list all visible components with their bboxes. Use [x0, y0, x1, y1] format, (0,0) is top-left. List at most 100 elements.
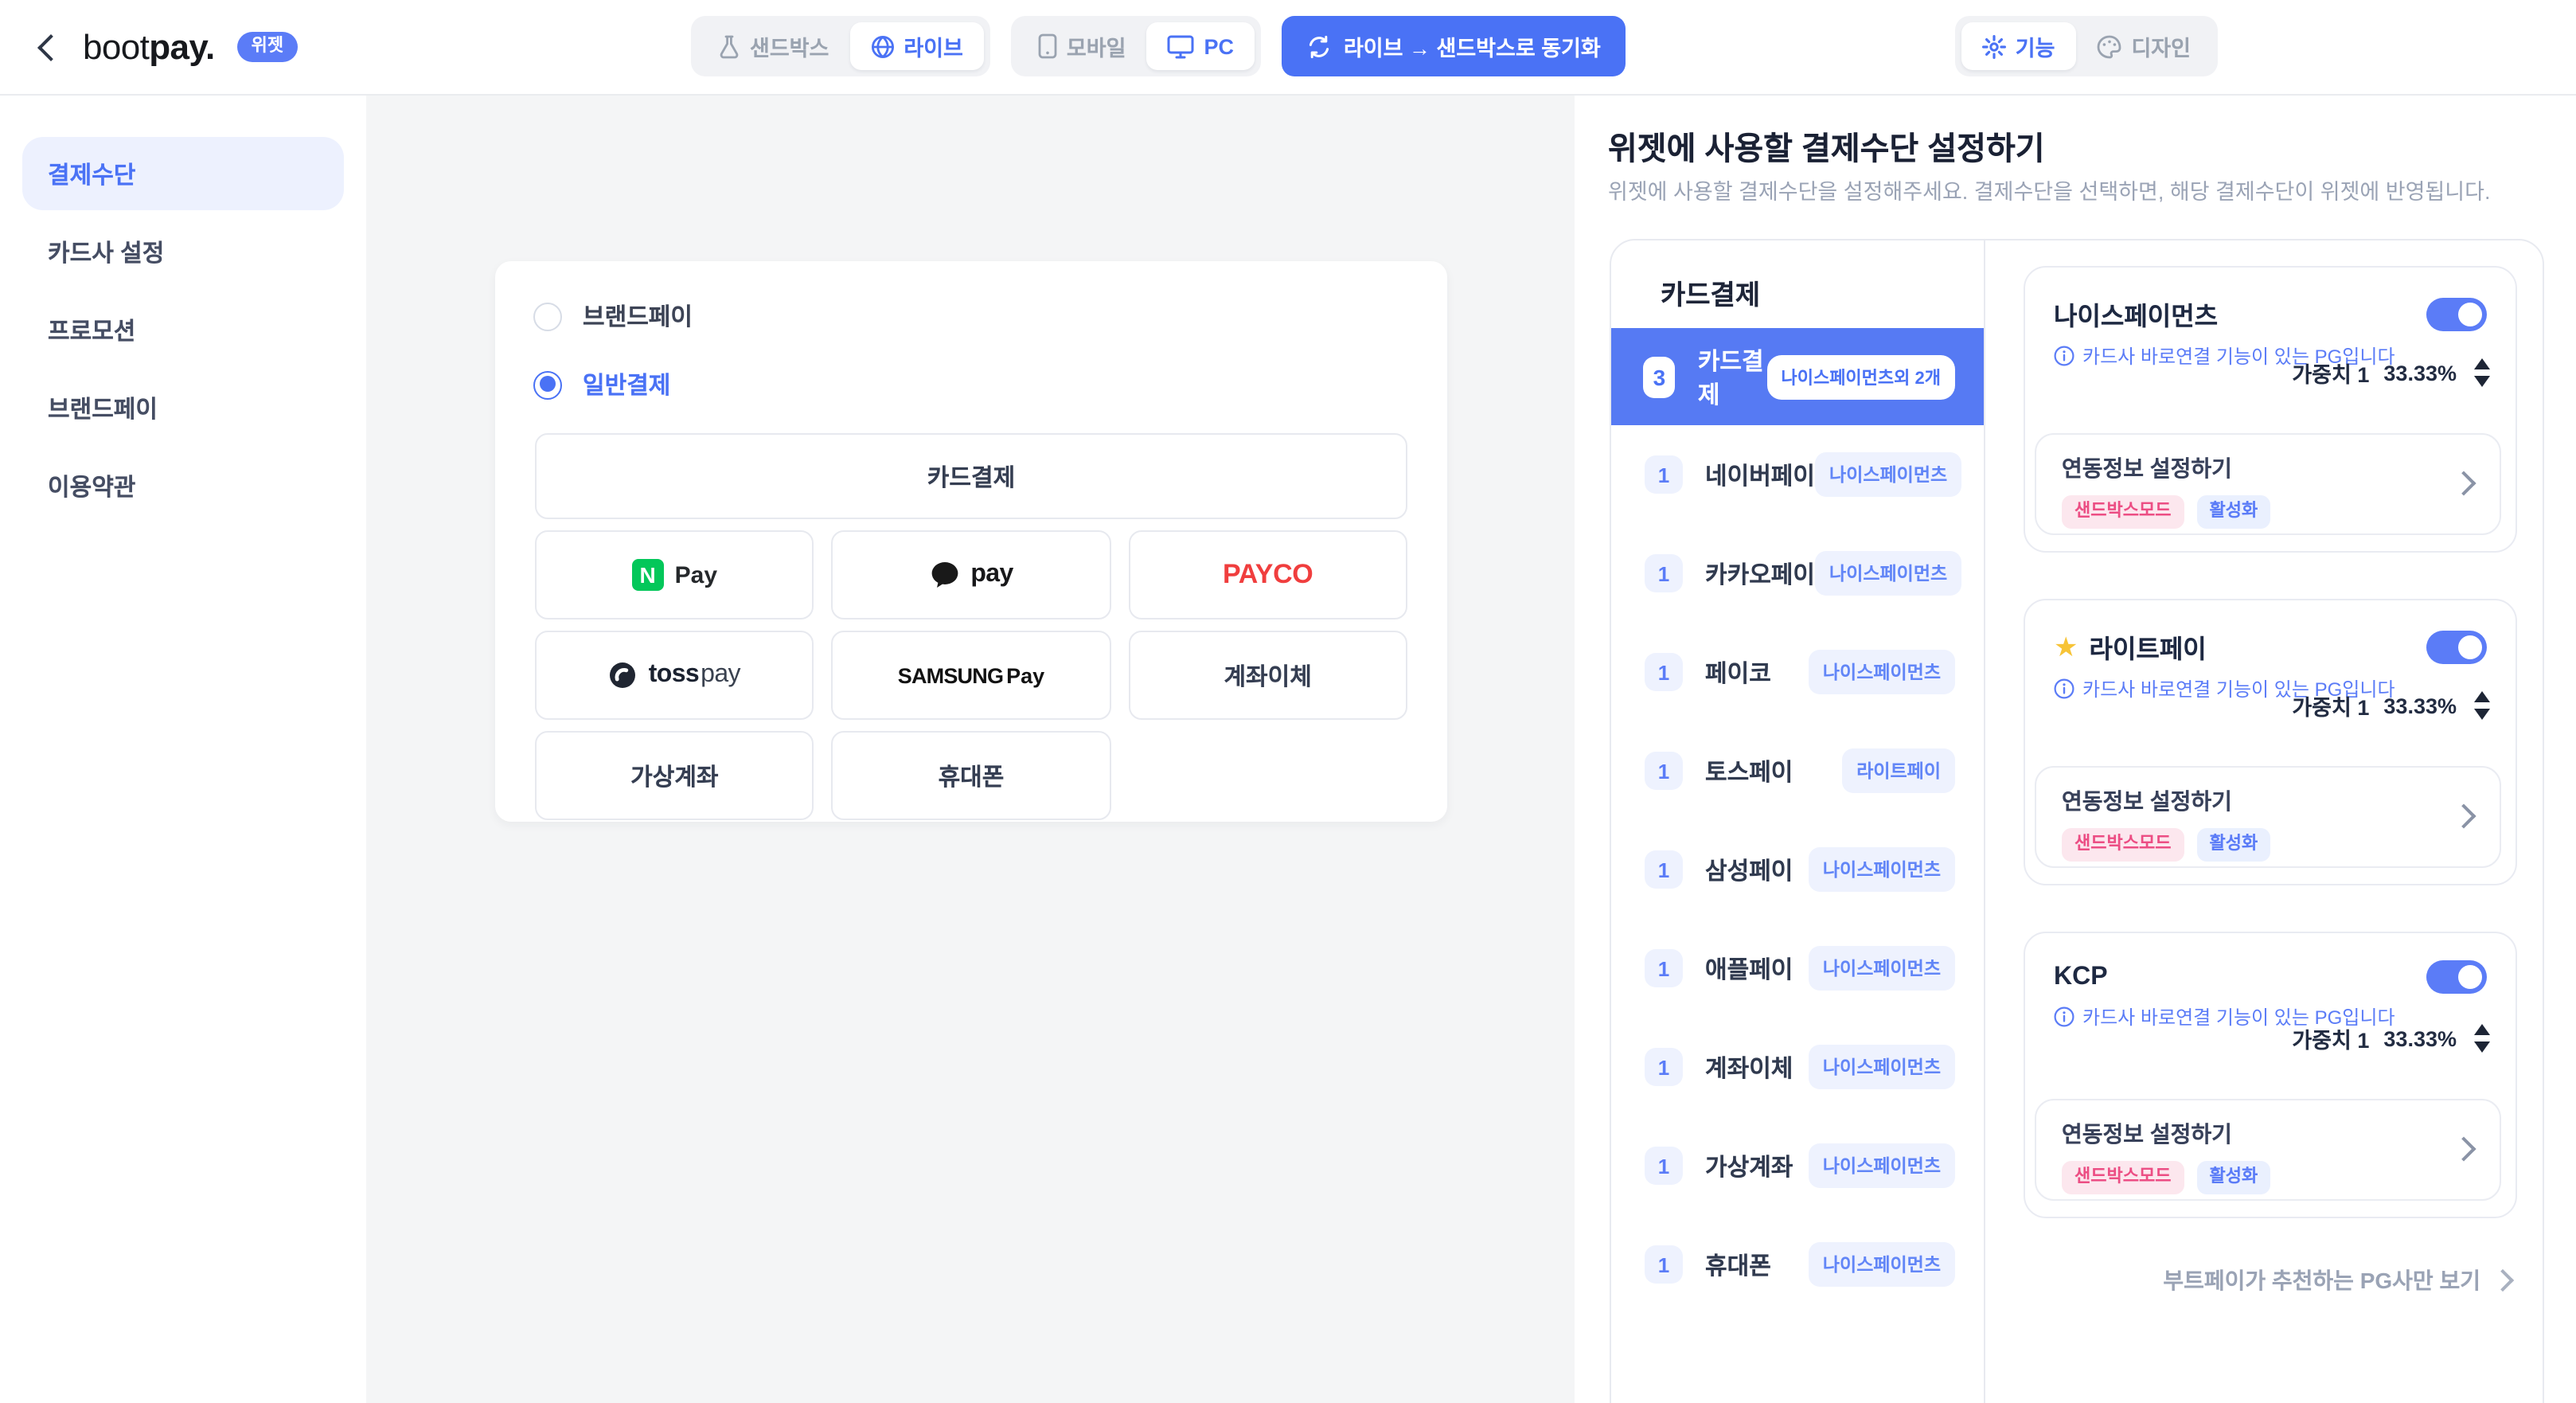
active-badge: 활성화 — [2196, 495, 2270, 529]
method-name: 페이코 — [1705, 655, 1771, 689]
weight-stepper — [2474, 358, 2490, 387]
sandbox-mode-badge: 샌드박스모드 — [2062, 1161, 2184, 1194]
weight-row: 가중치 1 33.33% — [2292, 690, 2490, 721]
bank-transfer-label: 계좌이체 — [1224, 659, 1311, 692]
chevron-right-icon — [2492, 1269, 2514, 1292]
sandbox-mode-badge: 샌드박스모드 — [2062, 828, 2184, 862]
weight-row: 가중치 1 33.33% — [2292, 357, 2490, 389]
radio-general-payment[interactable] — [533, 370, 562, 399]
method-row-mobile-phone[interactable]: 1 휴대폰 나이스페이먼츠 — [1611, 1215, 1984, 1314]
tab-sandbox[interactable]: 샌드박스 — [697, 22, 849, 70]
gear-icon — [1982, 34, 2006, 58]
virtual-account-label: 가상계좌 — [630, 759, 718, 792]
payco-button[interactable]: PAYCO — [1128, 530, 1407, 619]
back-chevron-icon[interactable] — [37, 33, 64, 61]
pg-card-title-row: 나이스페이먼츠 — [2054, 295, 2487, 333]
pg-name: 나이스페이먼츠 — [2054, 295, 2218, 333]
integration-settings-button[interactable]: 연동정보 설정하기 샌드박스모드 활성화 — [2035, 766, 2501, 868]
virtual-account-button[interactable]: 가상계좌 — [535, 731, 814, 820]
pg-enable-toggle[interactable] — [2426, 960, 2487, 994]
integration-settings-button[interactable]: 연동정보 설정하기 샌드박스모드 활성화 — [2035, 433, 2501, 535]
sidebar-item-card-settings[interactable]: 카드사 설정 — [22, 215, 344, 288]
pg-card-nicepayments: 나이스페이먼츠 카드사 바로연결 기능이 있는 PG입니다 가중치 1 — [2024, 266, 2517, 553]
method-count-badge: 1 — [1645, 850, 1683, 889]
method-pg-pill: 나이스페이먼츠외 2개 — [1766, 354, 1955, 399]
payco-label: PAYCO — [1223, 559, 1313, 591]
radio-row-general-payment[interactable]: 일반결제 — [533, 368, 670, 401]
star-icon: ★ — [2054, 633, 2078, 660]
top-bar-left: bootpay. 위젯 — [41, 0, 298, 94]
naver-pay-button[interactable]: N Pay — [535, 530, 814, 619]
method-list-column: 카드결제 3 카드결제 나이스페이먼츠외 2개 1 네이버페이 나이스페이먼츠 … — [1611, 240, 1985, 1403]
method-row-virtual-account[interactable]: 1 가상계좌 나이스페이먼츠 — [1611, 1116, 1984, 1215]
method-name: 가상계좌 — [1705, 1149, 1793, 1182]
method-row-naverpay[interactable]: 1 네이버페이 나이스페이먼츠 — [1611, 425, 1984, 524]
pg-enable-toggle[interactable] — [2426, 630, 2487, 663]
kakao-pay-button[interactable]: pay — [832, 530, 1111, 619]
sidebar-item-payment-methods[interactable]: 결제수단 — [22, 137, 344, 210]
integration-settings-button[interactable]: 연동정보 설정하기 샌드박스모드 활성화 — [2035, 1099, 2501, 1201]
method-row-applepay[interactable]: 1 애플페이 나이스페이먼츠 — [1611, 919, 1984, 1018]
bootpay-widget-console: bootpay. 위젯 샌드박스 라이브 — [0, 0, 2576, 1403]
sandbox-mode-badge: 샌드박스모드 — [2062, 495, 2184, 529]
sidebar: 결제수단 카드사 설정 프로모션 브랜드페이 이용약관 — [0, 94, 366, 1403]
tab-sandbox-label: 샌드박스 — [750, 30, 829, 62]
info-icon — [2054, 346, 2074, 366]
env-toggle-group: 샌드박스 라이브 — [691, 16, 990, 76]
bank-transfer-button[interactable]: 계좌이체 — [1128, 631, 1407, 720]
mobile-phone-button[interactable]: 휴대폰 — [832, 731, 1111, 820]
weight-label: 가중치 1 — [2292, 690, 2369, 721]
method-name: 애플페이 — [1705, 952, 1793, 985]
sidebar-item-brandpay[interactable]: 브랜드페이 — [22, 371, 344, 444]
integration-settings-label: 연동정보 설정하기 — [2062, 452, 2474, 484]
weight-down-icon[interactable] — [2474, 1042, 2490, 1053]
logo-text-bold: pay. — [149, 26, 214, 66]
pg-enable-toggle[interactable] — [2426, 297, 2487, 330]
radio-brandpay[interactable] — [533, 302, 562, 330]
method-count-badge: 1 — [1645, 752, 1683, 790]
tab-pc[interactable]: PC — [1146, 22, 1255, 70]
recommended-pg-link[interactable]: 부트페이가 추천하는 PG사만 보기 — [2024, 1264, 2517, 1296]
sidebar-item-promotion[interactable]: 프로모션 — [22, 293, 344, 366]
info-icon — [2054, 678, 2074, 699]
device-toggle-group: 모바일 PC — [1011, 16, 1261, 76]
method-count-badge: 3 — [1643, 356, 1676, 397]
weight-up-icon[interactable] — [2474, 1024, 2490, 1035]
samsung-pay-label-bold: SAMSUNG — [898, 663, 1003, 687]
weight-down-icon[interactable] — [2474, 376, 2490, 387]
top-bar: bootpay. 위젯 샌드박스 라이브 — [0, 0, 2576, 96]
sync-icon — [1307, 34, 1331, 58]
method-row-samsungpay[interactable]: 1 삼성페이 나이스페이먼츠 — [1611, 820, 1984, 919]
toss-pay-label: pay — [701, 661, 740, 688]
sidebar-item-terms[interactable]: 이용약관 — [22, 449, 344, 522]
method-name: 휴대폰 — [1705, 1248, 1771, 1281]
pg-card-litepay: ★ 라이트페이 카드사 바로연결 기능이 있는 PG입니다 가중치 1 — [2024, 599, 2517, 885]
card-payment-button[interactable]: 카드결제 — [535, 433, 1407, 519]
method-row-tosspay[interactable]: 1 토스페이 라이트페이 — [1611, 721, 1984, 820]
globe-icon — [870, 34, 894, 58]
sync-live-to-sandbox-button[interactable]: 라이브 → 샌드박스로 동기화 — [1282, 16, 1626, 76]
kakao-pay-label: pay — [970, 561, 1013, 589]
weight-up-icon[interactable] — [2474, 358, 2490, 369]
weight-up-icon[interactable] — [2474, 691, 2490, 702]
method-pg-pill: 나이스페이먼츠 — [1809, 847, 1955, 892]
tab-features-label: 기능 — [2016, 30, 2055, 62]
samsung-pay-button[interactable]: SAMSUNGPay — [832, 631, 1111, 720]
toss-pay-button[interactable]: tosspay — [535, 631, 814, 720]
weight-value: 33.33% — [2383, 361, 2457, 385]
method-name: 토스페이 — [1705, 754, 1793, 787]
method-row-kakaopay[interactable]: 1 카카오페이 나이스페이먼츠 — [1611, 524, 1984, 623]
tab-live[interactable]: 라이브 — [849, 22, 984, 70]
radio-row-brandpay[interactable]: 브랜드페이 — [533, 299, 693, 333]
method-name: 카카오페이 — [1705, 557, 1815, 590]
tab-design[interactable]: 디자인 — [2075, 22, 2211, 70]
tab-mobile[interactable]: 모바일 — [1017, 22, 1147, 70]
method-row-bank-transfer[interactable]: 1 계좌이체 나이스페이먼츠 — [1611, 1018, 1984, 1116]
method-row-card-selected[interactable]: 3 카드결제 나이스페이먼츠외 2개 — [1611, 328, 1984, 425]
method-row-payco[interactable]: 1 페이코 나이스페이먼츠 — [1611, 623, 1984, 721]
weight-down-icon[interactable] — [2474, 709, 2490, 720]
tab-features[interactable]: 기능 — [1961, 22, 2076, 70]
sync-button-label: 라이브 → 샌드박스로 동기화 — [1344, 30, 1601, 62]
radio-brandpay-label: 브랜드페이 — [583, 299, 693, 333]
mobile-phone-label: 휴대폰 — [939, 759, 1005, 792]
